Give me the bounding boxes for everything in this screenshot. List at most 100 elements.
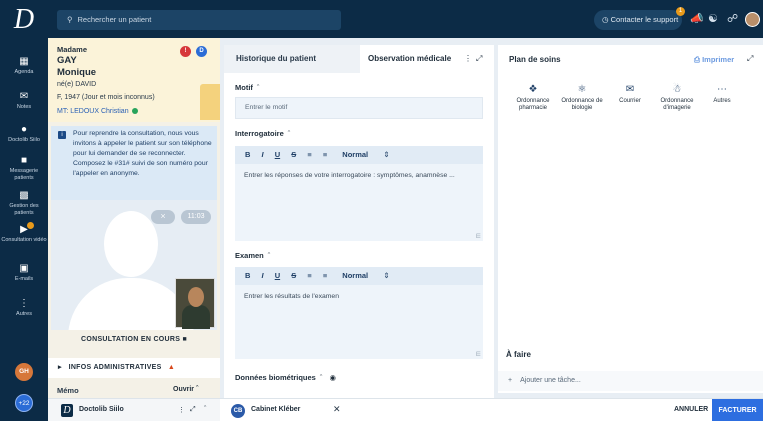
tab-bar: Historique du patient Observation médica… [224, 45, 494, 73]
envelope-icon: ✉ [625, 84, 635, 95]
bottom-tab-siilo[interactable]: D Doctolib Siilo ⋮ ⤢ ˆ [48, 399, 220, 421]
patient-last-name: GAY [57, 55, 77, 66]
numbered-list-icon[interactable]: ≡ [323, 146, 327, 164]
sidebar-item-label: Autres [16, 311, 32, 317]
bullet-list-icon[interactable]: ≡ [307, 267, 311, 285]
expand-icon[interactable]: ⤢ [747, 54, 753, 64]
mic-muted-icon[interactable]: ⨯ [151, 210, 175, 224]
infos-admin-toggle[interactable]: ▸ INFOS ADMINISTRATIVES ▲ [48, 358, 220, 378]
eye-icon[interactable]: ◉ [329, 373, 336, 382]
action-courrier[interactable]: ✉ Courrier [610, 83, 650, 105]
italic-button[interactable]: I [262, 146, 264, 164]
action-label: Ordonnance de biologie [561, 98, 603, 111]
more-vertical-icon[interactable]: ⋮ [464, 54, 472, 63]
imaging-icon: ☃ [672, 84, 682, 95]
action-ordonnance-imagerie[interactable]: ☃ Ordonnance d'imagerie [654, 83, 700, 112]
bill-button[interactable]: FACTURER [712, 399, 763, 421]
pills-icon: ❖ [528, 84, 538, 95]
message-icon: ■ [20, 155, 28, 166]
sidebar-item-video[interactable]: ▶ Consultation vidéo [0, 222, 48, 244]
expand-icon[interactable]: ⤢ [190, 406, 196, 414]
self-video-preview[interactable] [175, 278, 215, 329]
print-label: Imprimer [702, 55, 735, 64]
more-vertical-icon[interactable]: ⋮ [178, 406, 185, 414]
add-task-button[interactable]: + Ajouter une tâche... [498, 371, 763, 391]
examen-label-text: Examen [235, 251, 264, 260]
cancel-button[interactable]: ANNULER [674, 406, 708, 413]
chevron-up-icon[interactable]: ˆ [204, 406, 206, 413]
plus-icon: + [508, 377, 513, 384]
sidebar-item-autres[interactable]: ⋮ Autres [0, 298, 48, 318]
doctolib-logo[interactable]: D [8, 4, 40, 36]
patient-first-name: Monique [57, 67, 97, 78]
flask-icon: ⚛ [577, 84, 587, 95]
sidebar-item-siilo[interactable]: ● Doctolib Siilo [0, 124, 48, 144]
sidebar-item-label: E-mails [14, 276, 34, 282]
printer-icon: ⎙ [694, 55, 700, 64]
interrogatoire-label-text: Interrogatoire [235, 129, 284, 138]
megaphone-icon[interactable]: 📣 [690, 12, 704, 26]
team-icon[interactable]: ☯ [708, 12, 718, 26]
sidebar-item-emails[interactable]: ▣ E-mails [0, 263, 48, 283]
add-task-label: Ajouter une tâche... [520, 377, 581, 384]
mail-icon: ✉ [19, 91, 29, 102]
sidebar-item-agenda[interactable]: ▦ Agenda [0, 56, 48, 76]
close-icon[interactable]: ✕ [333, 404, 341, 415]
bullet-list-icon[interactable]: ≡ [307, 146, 311, 164]
bold-button[interactable]: B [245, 146, 250, 164]
contact-support-button[interactable]: ◷ Contacter le support 1 [594, 7, 685, 30]
resize-handle-icon[interactable]: ⋿ [476, 233, 481, 240]
underline-button[interactable]: U [275, 146, 280, 164]
motif-label-text: Motif [235, 83, 253, 92]
action-ordonnance-pharmacie[interactable]: ❖ Ordonnance pharmacie [510, 83, 556, 112]
action-ordonnance-biologie[interactable]: ⚛ Ordonnance de biologie [558, 83, 606, 112]
italic-button[interactable]: I [262, 267, 264, 285]
care-plan-title: Plan de soins [509, 55, 561, 64]
action-autres[interactable]: ⋯ Autres [704, 83, 740, 105]
expand-icon[interactable]: ⤢ [476, 54, 482, 64]
tab-observation[interactable]: Observation médicale [360, 45, 468, 73]
style-select[interactable]: Normal ⇕ [342, 146, 389, 164]
cabinet-tab-label[interactable]: Cabinet Kléber [251, 406, 300, 413]
motif-input[interactable]: Entrer le motif [235, 97, 483, 119]
donnees-label-text: Données biométriques [235, 373, 316, 382]
clock-icon: ◷ [602, 15, 609, 24]
mt-name[interactable]: LEDOUX Christian [70, 108, 128, 115]
chat-icon: ● [20, 124, 28, 135]
reconnect-notice: i Pour reprendre la consultation, nous v… [51, 126, 217, 200]
print-button[interactable]: ⎙ Imprimer [694, 55, 734, 65]
more-accounts-button[interactable]: +22 [15, 394, 33, 412]
numbered-list-icon[interactable]: ≡ [323, 267, 327, 285]
sidebar-item-notes[interactable]: ✉ Notes [0, 91, 48, 111]
folder-icon [200, 84, 220, 120]
underline-button[interactable]: U [275, 267, 280, 285]
interrogatoire-label[interactable]: Interrogatoire ˆ [235, 129, 290, 138]
lock-icon[interactable]: ☍ [727, 12, 738, 26]
more-icon: ⋮ [19, 298, 29, 309]
user-avatar[interactable] [745, 12, 760, 27]
tab-history[interactable]: Historique du patient [224, 45, 360, 73]
strike-button[interactable]: S [291, 267, 296, 285]
bold-button[interactable]: B [245, 267, 250, 285]
open-memo-button[interactable]: Ouvrir ˆ [173, 386, 198, 393]
resize-handle-icon[interactable]: ⋿ [476, 351, 481, 358]
patient-search-input[interactable]: ⚲ Rechercher un patient [57, 10, 341, 30]
search-placeholder: Rechercher un patient [77, 15, 152, 24]
examen-editor[interactable]: Entrer les résultats de l'examen ⋿ [235, 285, 483, 359]
patient-panel: Madame GAY Monique né(e) DAVID F, 1947 (… [48, 38, 220, 400]
alert-icon[interactable]: ! [180, 46, 191, 57]
user-initials-avatar[interactable]: GH [15, 363, 33, 381]
strike-button[interactable]: S [291, 146, 296, 164]
sidebar-item-messagerie[interactable]: ■ Messagerie patients [0, 155, 48, 181]
video-icon: ▶ [20, 224, 28, 235]
interrogatoire-editor[interactable]: Entrer les réponses de votre interrogato… [235, 164, 483, 241]
sidebar-item-gestion[interactable]: ▩ Gestion des patients [0, 190, 48, 216]
email-icon: ▣ [19, 263, 29, 274]
style-select[interactable]: Normal ⇕ [342, 267, 389, 285]
treating-doctor: MT: LEDOUX Christian [57, 108, 138, 115]
doctolib-badge-icon[interactable]: D [196, 46, 207, 57]
patient-info: F, 1947 (Jour et mois inconnus) [57, 94, 155, 101]
donnees-biometriques-label[interactable]: Données biométriques ˆ ◉ [235, 373, 336, 382]
examen-label[interactable]: Examen ˆ [235, 251, 270, 260]
motif-label[interactable]: Motif ˆ [235, 83, 259, 92]
